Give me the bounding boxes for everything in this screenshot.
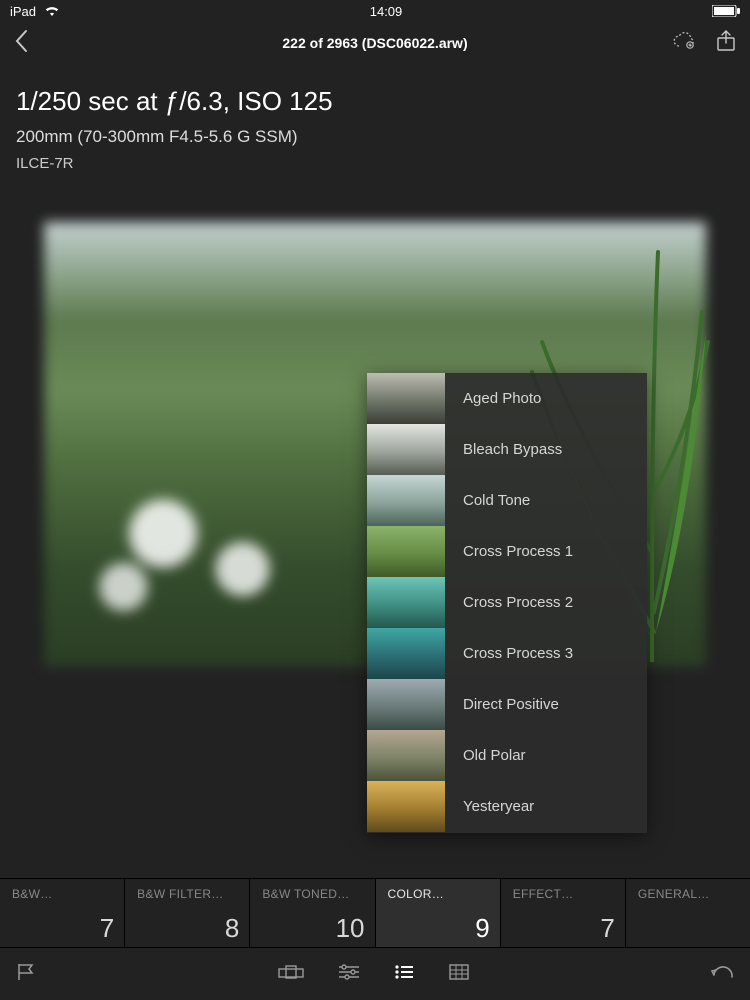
category-label: B&W TONED… <box>262 887 364 901</box>
preset-thumbnail <box>367 526 445 577</box>
exif-exposure: 1/250 sec at ƒ/6.3, ISO 125 <box>16 86 734 117</box>
preset-thumbnail <box>367 730 445 781</box>
share-button[interactable] <box>716 30 736 57</box>
category-label: EFFECT… <box>513 887 615 901</box>
preset-thumbnail <box>367 373 445 424</box>
category-bw[interactable]: B&W… 7 <box>0 879 125 947</box>
category-general[interactable]: GENERAL… <box>626 879 750 947</box>
preset-thumbnail <box>367 679 445 730</box>
category-label: COLOR… <box>388 887 490 901</box>
preset-label: Cold Tone <box>445 492 530 509</box>
back-button[interactable] <box>14 29 28 58</box>
preset-thumbnail <box>367 475 445 526</box>
preset-bleach-bypass[interactable]: Bleach Bypass <box>367 424 647 475</box>
category-label: B&W… <box>12 887 114 901</box>
preset-cross-process-1[interactable]: Cross Process 1 <box>367 526 647 577</box>
cloud-status-icon[interactable] <box>672 32 694 55</box>
preset-label: Direct Positive <box>445 696 559 713</box>
preset-direct-positive[interactable]: Direct Positive <box>367 679 647 730</box>
undo-button[interactable] <box>710 964 734 985</box>
top-nav: 222 of 2963 (DSC06022.arw) <box>0 22 750 64</box>
category-count: 9 <box>388 915 490 941</box>
exif-info: 1/250 sec at ƒ/6.3, ISO 125 200mm (70-30… <box>0 64 750 178</box>
category-bw-toned[interactable]: B&W TONED… 10 <box>250 879 375 947</box>
preset-cold-tone[interactable]: Cold Tone <box>367 475 647 526</box>
exif-lens: 200mm (70-300mm F4.5-5.6 G SSM) <box>16 127 734 147</box>
flag-button[interactable] <box>16 962 38 987</box>
category-label: GENERAL… <box>638 887 740 901</box>
photo-viewport[interactable]: Aged Photo Bleach Bypass Cold Tone Cross… <box>44 222 706 667</box>
category-count: 7 <box>12 915 114 941</box>
category-count: 8 <box>137 915 239 941</box>
preset-label: Old Polar <box>445 747 526 764</box>
category-label: B&W FILTER… <box>137 887 239 901</box>
preset-thumbnail <box>367 781 445 832</box>
preset-label: Aged Photo <box>445 390 541 407</box>
preset-category-row: B&W… 7 B&W FILTER… 8 B&W TONED… 10 COLOR… <box>0 878 750 948</box>
presets-button[interactable] <box>394 964 414 985</box>
category-effect[interactable]: EFFECT… 7 <box>501 879 626 947</box>
preset-thumbnail <box>367 424 445 475</box>
category-count: 7 <box>513 915 615 941</box>
device-label: iPad <box>10 4 36 19</box>
page-title: 222 of 2963 (DSC06022.arw) <box>134 35 616 51</box>
crop-button[interactable] <box>448 963 470 986</box>
preset-yesteryear[interactable]: Yesteryear <box>367 781 647 832</box>
preset-cross-process-2[interactable]: Cross Process 2 <box>367 577 647 628</box>
preset-popover: Aged Photo Bleach Bypass Cold Tone Cross… <box>367 373 647 833</box>
preset-label: Cross Process 3 <box>445 645 573 662</box>
battery-icon <box>712 5 740 17</box>
category-bw-filter[interactable]: B&W FILTER… 8 <box>125 879 250 947</box>
category-color[interactable]: COLOR… 9 <box>376 879 501 947</box>
bottom-toolbar <box>0 948 750 1000</box>
preset-cross-process-3[interactable]: Cross Process 3 <box>367 628 647 679</box>
preset-label: Cross Process 1 <box>445 543 573 560</box>
wifi-icon <box>44 5 60 17</box>
clock: 14:09 <box>370 4 403 19</box>
preset-aged-photo[interactable]: Aged Photo <box>367 373 647 424</box>
preset-label: Cross Process 2 <box>445 594 573 611</box>
category-count: 10 <box>262 915 364 941</box>
preset-label: Bleach Bypass <box>445 441 562 458</box>
exif-camera: ILCE-7R <box>16 155 734 172</box>
preset-thumbnail <box>367 628 445 679</box>
status-bar: iPad 14:09 <box>0 0 750 22</box>
adjust-button[interactable] <box>338 964 360 985</box>
preset-thumbnail <box>367 577 445 628</box>
preset-old-polar[interactable]: Old Polar <box>367 730 647 781</box>
filmstrip-button[interactable] <box>278 965 304 984</box>
preset-label: Yesteryear <box>445 798 534 815</box>
